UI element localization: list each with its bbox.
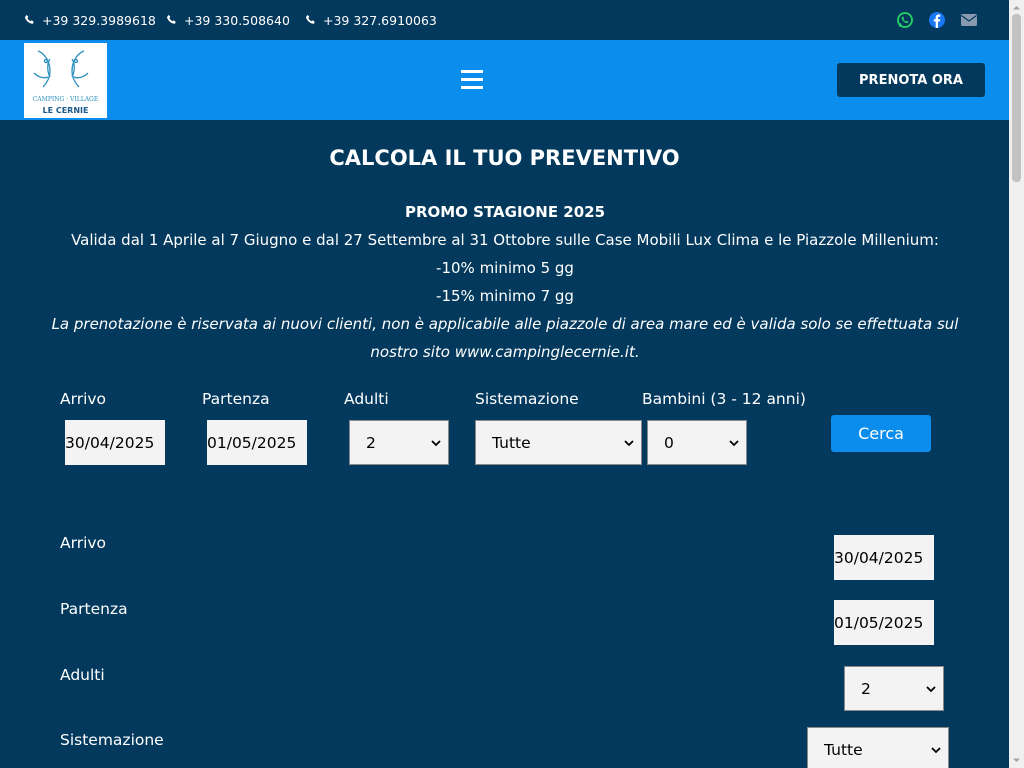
arrivo-date-value: 30/04/2025 bbox=[65, 433, 155, 452]
partenza-date-input[interactable]: 01/05/2025 bbox=[207, 420, 307, 465]
sistemazione-label-stacked: Sistemazione bbox=[60, 731, 164, 749]
chevron-down-icon bbox=[931, 747, 941, 754]
promo-note: La prenotazione è riservata ai nuovi cli… bbox=[51, 315, 959, 361]
adulti-select-stacked[interactable]: 2 bbox=[844, 666, 944, 711]
bambini-label: Bambini (3 - 12 anni) bbox=[642, 390, 806, 408]
promo-title: PROMO STAGIONE 2025 bbox=[404, 203, 606, 221]
arrivo-label: Arrivo bbox=[60, 390, 107, 408]
adulti-select[interactable]: 2 bbox=[349, 420, 449, 465]
arrivo-date-input[interactable]: 30/04/2025 bbox=[65, 420, 165, 465]
partenza-label: Partenza bbox=[202, 390, 270, 408]
sistemazione-select-value: Tutte bbox=[492, 433, 531, 452]
phone-link-1[interactable]: +39 329.3989618 bbox=[24, 12, 156, 28]
whatsapp-icon[interactable] bbox=[896, 11, 914, 29]
sistemazione-select-value: Tutte bbox=[824, 740, 863, 759]
partenza-date-value: 01/05/2025 bbox=[834, 613, 924, 632]
arrivo-label-stacked: Arrivo bbox=[60, 534, 107, 552]
partenza-date-value: 01/05/2025 bbox=[207, 433, 297, 452]
sistemazione-select-stacked[interactable]: Tutte bbox=[807, 727, 949, 768]
phone-number: +39 329.3989618 bbox=[42, 12, 156, 28]
chevron-down-icon bbox=[926, 686, 936, 693]
page-title: CALCOLA IL TUO PREVENTIVO bbox=[329, 146, 680, 170]
cerca-button[interactable]: Cerca bbox=[831, 415, 931, 452]
chevron-down-icon bbox=[624, 440, 634, 447]
adulti-label-stacked: Adulti bbox=[60, 666, 105, 684]
logo[interactable]: CAMPING · VILLAGE LE CERNIE bbox=[24, 43, 107, 118]
phone-link-2[interactable]: +39 330.508640 bbox=[166, 12, 290, 28]
chevron-down-icon bbox=[729, 440, 739, 447]
chevron-down-icon bbox=[431, 440, 441, 447]
phone-icon bbox=[166, 14, 176, 24]
promo-line-1: Valida dal 1 Aprile al 7 Giugno e dal 27… bbox=[71, 231, 939, 249]
hamburger-icon[interactable] bbox=[461, 70, 483, 90]
prenota-ora-button[interactable]: PRENOTA ORA bbox=[837, 63, 985, 97]
phone-number: +39 327.6910063 bbox=[323, 12, 437, 28]
scrollbar-thumb[interactable] bbox=[1012, 14, 1021, 182]
phone-number: +39 330.508640 bbox=[184, 12, 290, 28]
facebook-icon[interactable] bbox=[928, 11, 946, 29]
arrivo-date-value: 30/04/2025 bbox=[834, 548, 924, 567]
promo-line-3: -15% minimo 7 gg bbox=[436, 287, 574, 305]
promo-block: PROMO STAGIONE 2025 Valida dal 1 Aprile … bbox=[30, 198, 980, 366]
scroll-up-arrow-icon[interactable] bbox=[1012, 3, 1021, 12]
adulti-label: Adulti bbox=[344, 390, 389, 408]
phone-icon bbox=[24, 14, 34, 24]
arrivo-date-input-stacked[interactable]: 30/04/2025 bbox=[834, 535, 934, 580]
phone-icon bbox=[305, 14, 315, 24]
adulti-select-value: 2 bbox=[861, 679, 871, 698]
envelope-icon[interactable] bbox=[960, 11, 978, 29]
partenza-date-input-stacked[interactable]: 01/05/2025 bbox=[834, 600, 934, 645]
partenza-label-stacked: Partenza bbox=[60, 600, 128, 618]
logo-bottom-text: LE CERNIE bbox=[43, 106, 89, 115]
sistemazione-select[interactable]: Tutte bbox=[475, 420, 642, 465]
promo-line-2: -10% minimo 5 gg bbox=[436, 259, 574, 277]
phone-link-3[interactable]: +39 327.6910063 bbox=[305, 12, 437, 28]
sistemazione-label: Sistemazione bbox=[475, 390, 579, 408]
adulti-select-value: 2 bbox=[366, 433, 376, 452]
scroll-down-arrow-icon[interactable] bbox=[1012, 756, 1021, 765]
bambini-select[interactable]: 0 bbox=[647, 420, 747, 465]
bambini-select-value: 0 bbox=[664, 433, 674, 452]
logo-top-text: CAMPING · VILLAGE bbox=[33, 96, 98, 103]
